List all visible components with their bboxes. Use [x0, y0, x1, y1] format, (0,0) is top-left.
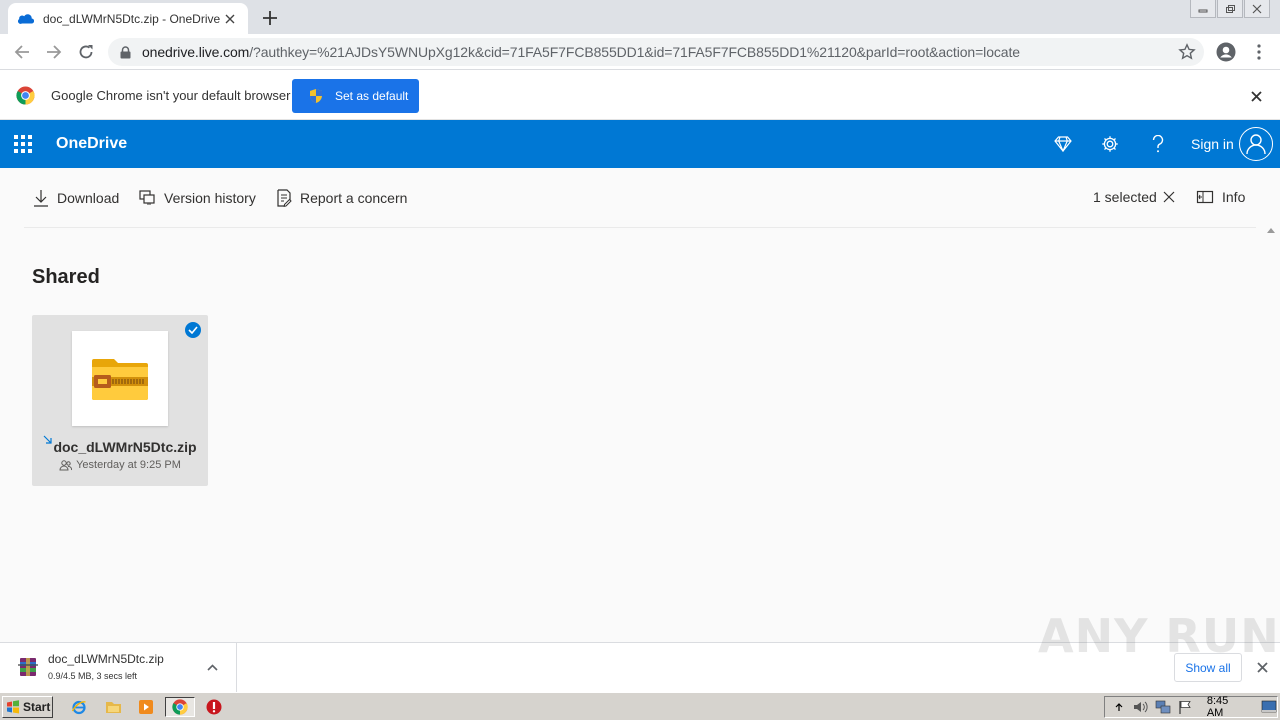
clear-selection-icon[interactable]: [1161, 189, 1177, 205]
new-tab-button[interactable]: [258, 6, 282, 30]
uac-shield-icon: [310, 89, 322, 103]
infobar-message: Google Chrome isn't your default browser: [51, 88, 291, 103]
file-explorer-icon[interactable]: [102, 697, 124, 717]
shelf-close-icon[interactable]: [1255, 660, 1269, 674]
url-host: onedrive.live.com: [142, 44, 250, 60]
command-bar: Download Version history Report a concer…: [24, 168, 1256, 228]
scroll-up-arrow-icon[interactable]: [1266, 228, 1276, 236]
start-button[interactable]: Start: [2, 696, 53, 718]
download-shelf: doc_dLWMrN5Dtc.zip 0.9/4.5 MB, 3 secs le…: [0, 609, 1280, 692]
set-as-default-button[interactable]: Set as default: [292, 79, 419, 113]
window-close-icon[interactable]: [1244, 0, 1270, 18]
download-file-name: doc_dLWMrN5Dtc.zip: [48, 652, 164, 666]
onedrive-brand[interactable]: OneDrive: [56, 135, 127, 153]
selection-count: 1 selected: [1093, 189, 1157, 205]
main-content: Download Version history Report a concer…: [0, 168, 1280, 642]
show-desktop-icon[interactable]: [1261, 699, 1277, 715]
tab-title: doc_dLWMrN5Dtc.zip - OneDrive: [43, 11, 221, 26]
windows-taskbar: Start 8:45 AM: [0, 692, 1280, 720]
download-status: 0.9/4.5 MB, 3 secs left: [48, 671, 138, 681]
report-concern-label: Report a concern: [300, 190, 408, 206]
winrar-archive-icon: [17, 656, 39, 678]
file-tile[interactable]: doc_dLWMrN5Dtc.zip Yesterday at 9:25 PM: [32, 315, 208, 486]
people-shared-icon: [59, 459, 73, 470]
info-pane-icon: [1196, 190, 1214, 204]
file-name[interactable]: doc_dLWMrN5Dtc.zip: [32, 439, 208, 455]
onedrive-header: OneDrive Sign in: [0, 120, 1280, 168]
report-flag-icon: [275, 189, 293, 207]
lock-icon: [120, 45, 134, 59]
version-history-command[interactable]: Version history: [139, 188, 256, 208]
version-history-icon: [139, 189, 157, 207]
media-player-icon[interactable]: [135, 697, 157, 717]
volume-icon[interactable]: [1133, 699, 1149, 715]
address-bar[interactable]: onedrive.live.com/?authkey=%21AJDsY5WNUp…: [108, 38, 1204, 66]
chrome-taskbar-icon[interactable]: [165, 697, 195, 717]
internet-explorer-icon[interactable]: [68, 697, 90, 717]
download-icon: [32, 189, 50, 207]
show-all-button[interactable]: Show all: [1174, 653, 1242, 682]
download-label: Download: [57, 190, 120, 206]
account-avatar-icon[interactable]: [1239, 127, 1273, 161]
file-meta: Yesterday at 9:25 PM: [32, 459, 208, 471]
download-item[interactable]: doc_dLWMrN5Dtc.zip 0.9/4.5 MB, 3 secs le…: [0, 643, 237, 692]
set-as-default-label: Set as default: [335, 89, 409, 103]
forward-arrow-icon[interactable]: [42, 40, 66, 64]
url-text: onedrive.live.com/?authkey=%21AJDsY5WNUp…: [142, 44, 1020, 60]
browser-toolbar: onedrive.live.com/?authkey=%21AJDsY5WNUp…: [0, 34, 1280, 70]
chrome-menu-icon[interactable]: [1247, 40, 1271, 64]
anyrun-watermark: ANY RUN: [1038, 609, 1280, 663]
help-question-icon[interactable]: [1146, 132, 1170, 156]
page-title: Shared: [32, 266, 100, 288]
sign-in-link[interactable]: Sign in: [1191, 136, 1234, 152]
infobar-close-icon[interactable]: [1248, 88, 1264, 104]
info-command[interactable]: Info: [1196, 188, 1245, 206]
default-browser-infobar: Google Chrome isn't your default browser: [0, 71, 1280, 120]
tab-strip: doc_dLWMrN5Dtc.zip - OneDrive: [0, 0, 1280, 34]
window-controls: [1189, 0, 1270, 18]
url-path: /?authkey=%21AJDsY5WNUpXg12k&cid=71FA5F7…: [249, 44, 1020, 60]
taskbar-clock[interactable]: 8:45 AM: [1207, 695, 1247, 719]
info-label: Info: [1222, 189, 1246, 205]
restore-icon[interactable]: [1217, 0, 1243, 18]
profile-icon[interactable]: [1214, 40, 1238, 64]
version-history-label: Version history: [164, 190, 256, 206]
bookmark-star-icon[interactable]: [1178, 43, 1196, 61]
back-arrow-icon[interactable]: [10, 40, 34, 64]
settings-gear-icon[interactable]: [1098, 132, 1122, 156]
reload-icon[interactable]: [74, 40, 98, 64]
download-command[interactable]: Download: [32, 188, 119, 208]
file-modified: Yesterday at 9:25 PM: [76, 459, 181, 471]
windows-flag-icon: [7, 700, 19, 714]
report-concern-command[interactable]: Report a concern: [275, 188, 407, 208]
tray-expand-arrow-icon[interactable]: [1111, 699, 1127, 715]
file-thumbnail: [72, 331, 168, 426]
onedrive-cloud-icon: [18, 11, 34, 27]
selected-checkmark-icon[interactable]: [185, 322, 201, 338]
app-launcher-icon[interactable]: [14, 135, 32, 153]
tab-close-icon[interactable]: [222, 11, 238, 27]
browser-tab[interactable]: doc_dLWMrN5Dtc.zip - OneDrive: [8, 3, 248, 34]
action-center-flag-icon[interactable]: [1177, 699, 1193, 715]
chrome-logo-icon: [16, 86, 35, 105]
chevron-up-icon[interactable]: [205, 660, 219, 674]
start-label: Start: [23, 700, 51, 714]
zip-folder-icon: [92, 358, 148, 400]
premium-diamond-icon[interactable]: [1051, 132, 1075, 156]
security-alert-icon[interactable]: [203, 697, 225, 717]
system-tray: 8:45 AM: [1104, 695, 1278, 719]
minimize-icon[interactable]: [1190, 0, 1216, 18]
network-icon[interactable]: [1155, 699, 1171, 715]
